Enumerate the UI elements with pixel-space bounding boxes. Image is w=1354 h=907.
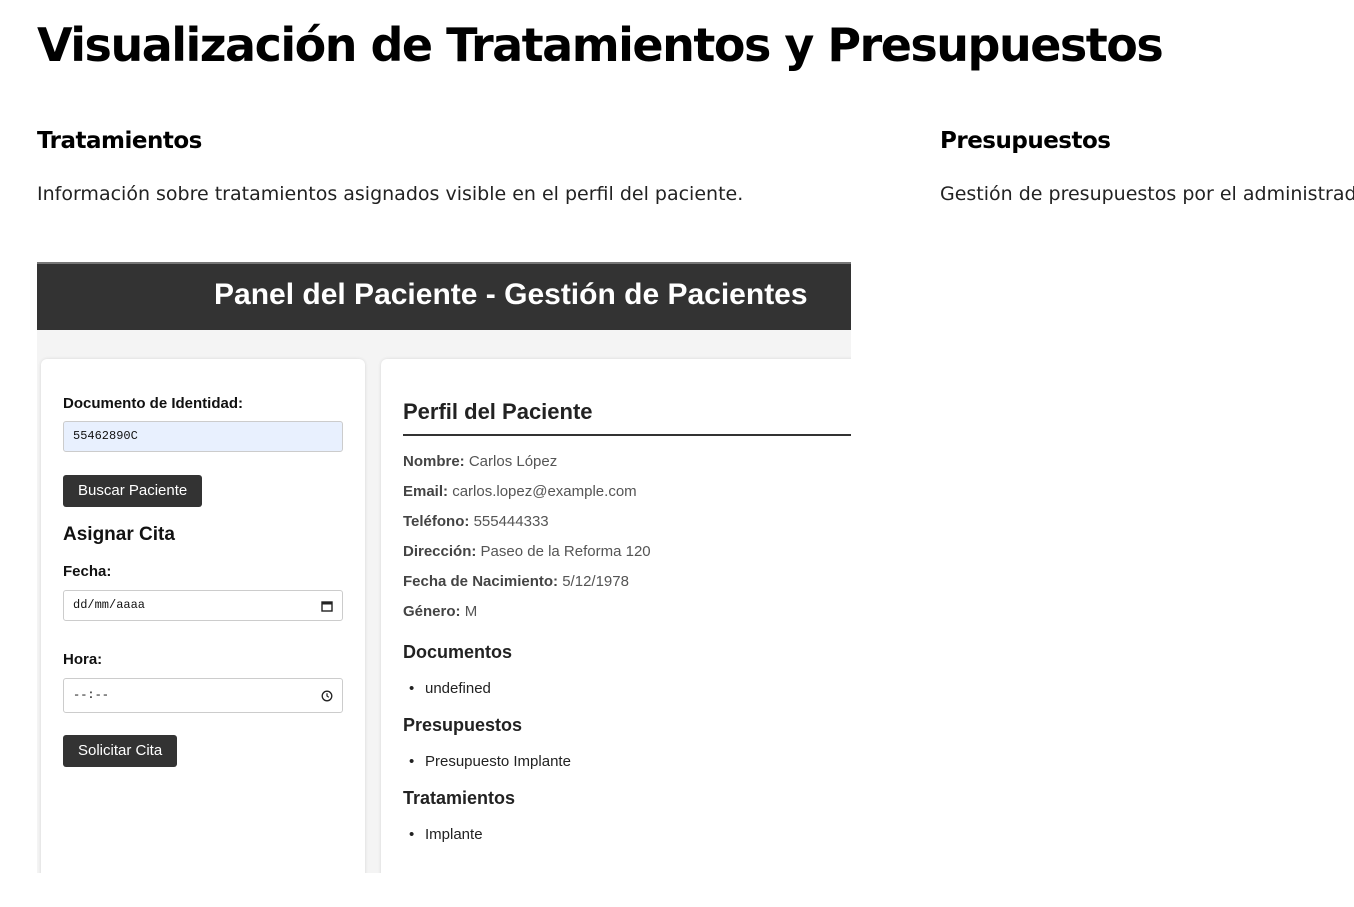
calendar-icon[interactable] xyxy=(321,591,333,620)
date-label: Fecha: xyxy=(63,563,112,580)
profile-field-email: Email: carlos.lopez@example.com xyxy=(403,483,637,500)
budgets-title: Presupuestos xyxy=(403,715,523,735)
treatment-item: Implante xyxy=(409,826,482,843)
search-patient-button[interactable]: Buscar Paciente xyxy=(63,475,203,507)
document-id-input[interactable]: 55462890C xyxy=(63,421,343,452)
profile-field-genero: Género: M xyxy=(403,603,478,620)
budget-item: Presupuesto Implante xyxy=(409,753,571,770)
presupuestos-section: Presupuestos Gestión de presupuestos por… xyxy=(940,120,1354,230)
panel-header-title: Panel del Paciente - Gestión de Paciente… xyxy=(214,278,808,311)
time-input[interactable]: --:-- xyxy=(63,678,343,713)
profile-card: Perfil del Paciente Nombre: Carlos López… xyxy=(381,359,851,873)
time-label: Hora: xyxy=(63,651,103,668)
profile-divider xyxy=(403,434,851,436)
profile-field-telefono: Teléfono: 555444333 xyxy=(403,513,549,530)
page-title: Visualización de Tratamientos y Presupue… xyxy=(37,18,1164,72)
panel-header: Panel del Paciente - Gestión de Paciente… xyxy=(37,262,851,330)
documents-title: Documentos xyxy=(403,642,513,662)
profile-field-nombre: Nombre: Carlos López xyxy=(403,453,558,470)
section-description-presupuestos: Gestión de presupuestos por el administr… xyxy=(940,183,1354,205)
search-card: Documento de Identidad: 55462890C Buscar… xyxy=(41,359,365,873)
profile-field-direccion: Dirección: Paseo de la Reforma 120 xyxy=(403,543,651,560)
time-placeholder: --:-- xyxy=(73,688,110,702)
patient-panel-screenshot: Panel del Paciente - Gestión de Paciente… xyxy=(37,262,851,873)
document-id-label: Documento de Identidad: xyxy=(63,395,243,412)
date-placeholder: dd/mm/aaaa xyxy=(73,598,146,612)
section-title-tratamientos: Tratamientos xyxy=(37,128,202,154)
profile-field-fecha-nacimiento: Fecha de Nacimiento: 5/12/1978 xyxy=(403,573,629,590)
date-input[interactable]: dd/mm/aaaa xyxy=(63,590,343,621)
profile-title: Perfil del Paciente xyxy=(403,399,593,424)
section-description-tratamientos: Información sobre tratamientos asignados… xyxy=(37,183,744,205)
request-appointment-button[interactable]: Solicitar Cita xyxy=(63,735,178,767)
document-item: undefined xyxy=(409,680,491,697)
assign-appointment-title: Asignar Cita xyxy=(63,524,175,545)
document-id-value: 55462890C xyxy=(73,429,138,443)
treatments-title: Tratamientos xyxy=(403,788,516,808)
clock-icon[interactable] xyxy=(321,679,333,712)
section-title-presupuestos: Presupuestos xyxy=(940,128,1111,154)
